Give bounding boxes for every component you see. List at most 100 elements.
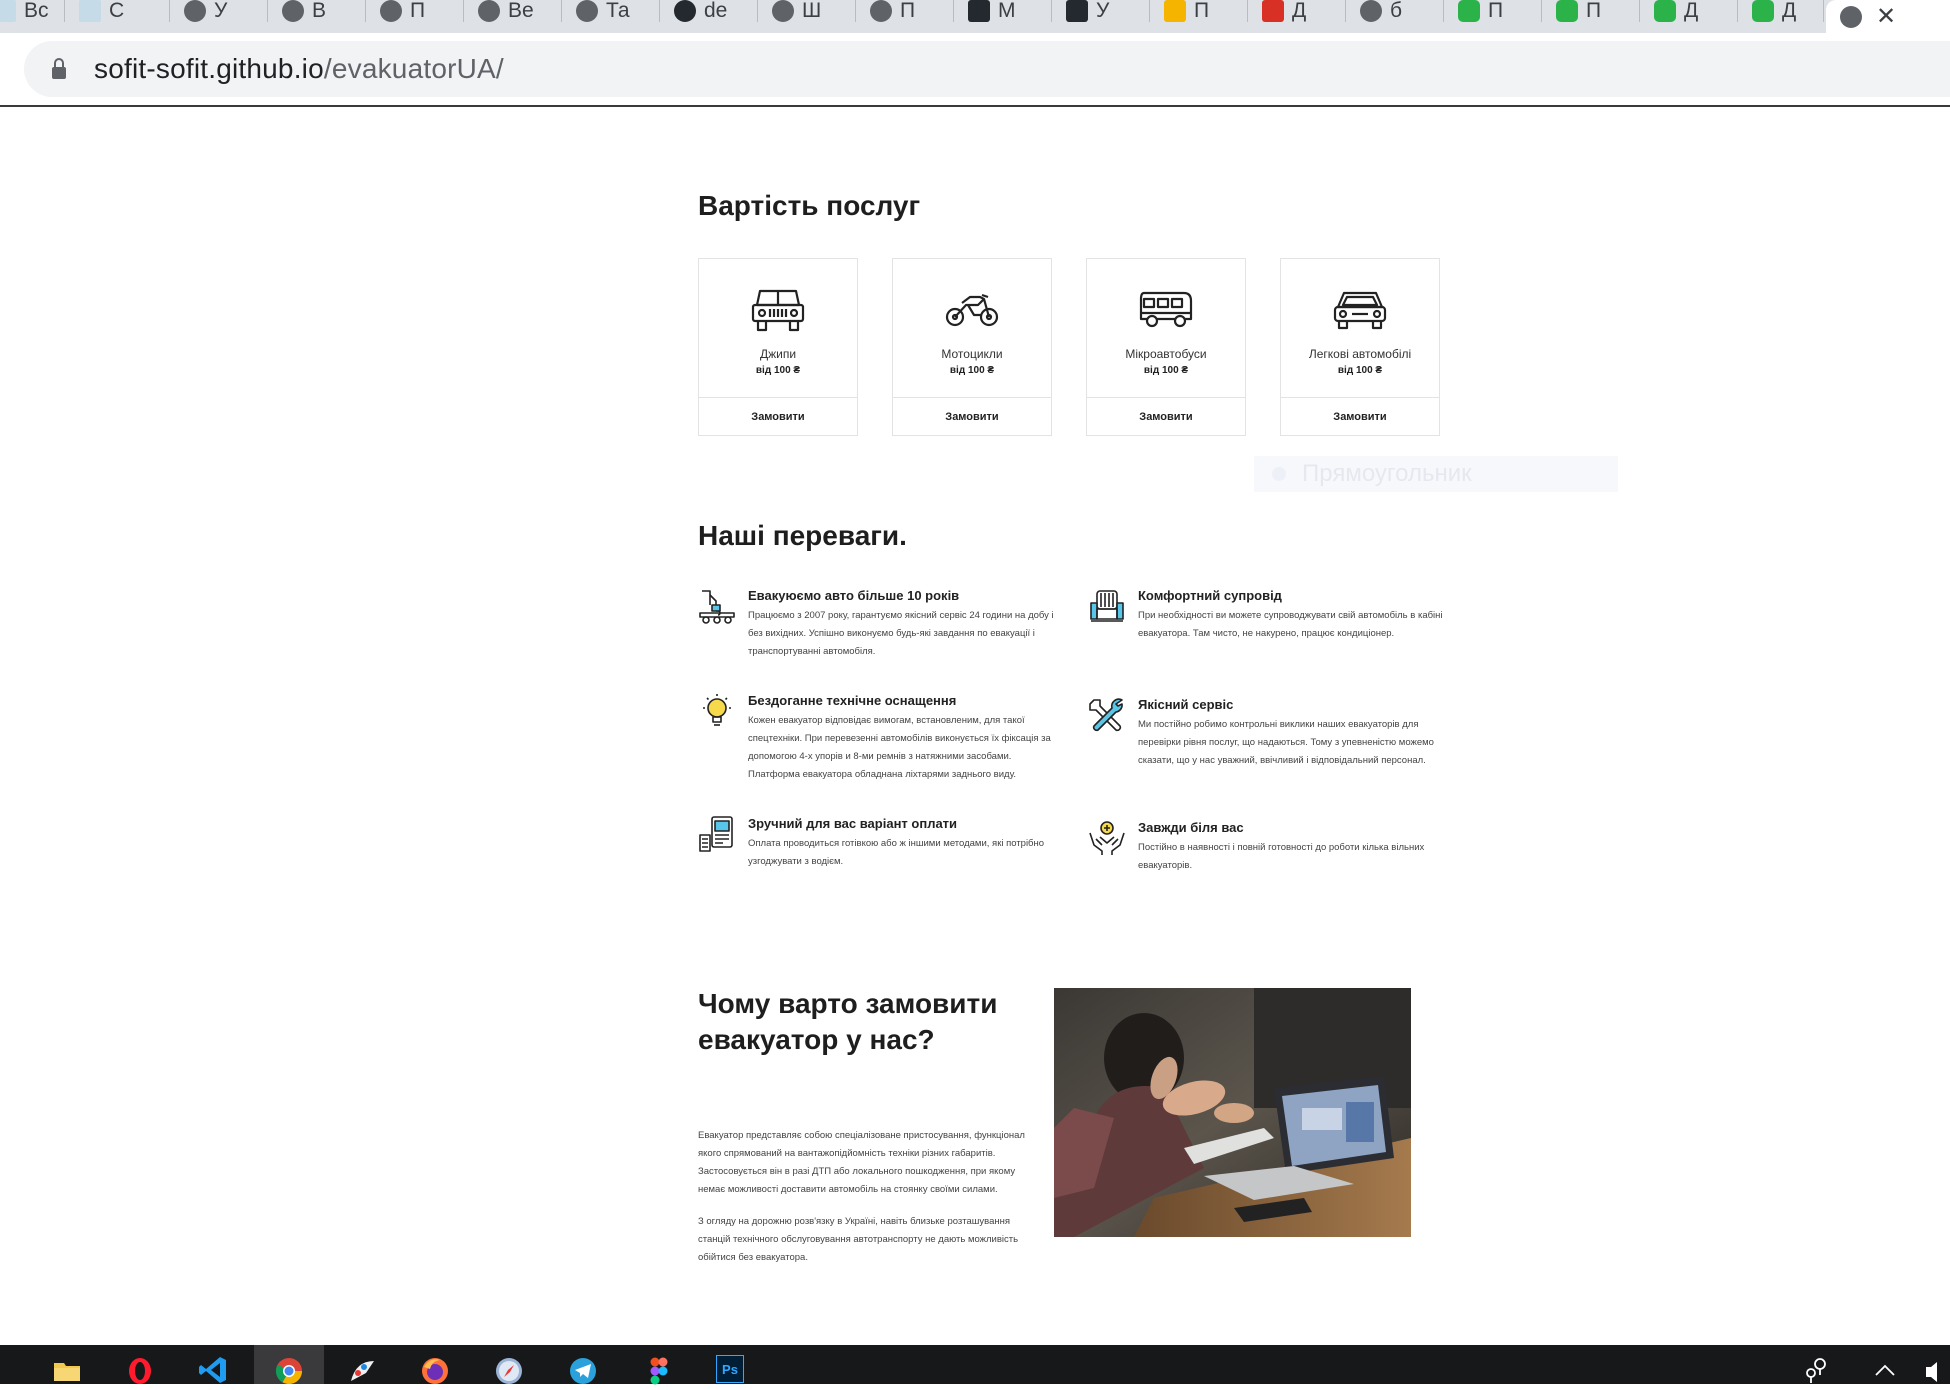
hands-icon <box>1089 821 1125 855</box>
advantage-text: Ми постійно робимо контрольні виклики на… <box>1138 719 1434 766</box>
advantages-title: Наші переваги. <box>698 520 907 551</box>
order-button[interactable]: Замовити <box>893 397 1051 435</box>
photoshop-icon[interactable]: Ps <box>716 1355 746 1385</box>
paint-icon[interactable] <box>348 1355 378 1385</box>
os-taskbar: Ps <box>0 1345 1950 1385</box>
advantage-item: Якісний сервіс Ми постійно робимо контро… <box>1088 696 1448 770</box>
motorcycle-icon <box>945 293 999 327</box>
browser-tab[interactable]: Ш <box>758 0 856 22</box>
car-icon <box>1333 291 1387 330</box>
globe-icon <box>478 0 500 22</box>
advantage-item: Бездоганне технічне оснащення Кожен евак… <box>698 692 1058 784</box>
browser-tab[interactable]: Д <box>1640 0 1738 22</box>
browser-tab[interactable]: В <box>268 0 366 22</box>
chrome-icon[interactable] <box>274 1355 304 1385</box>
globe-icon <box>282 0 304 22</box>
browser-toolbar: sofit-sofit.github.io/evakuatorUA/ <box>0 33 1950 107</box>
pricing-cards: Джипи від 100 ₴ Замовити Мотоцикли від 1… <box>698 258 1440 436</box>
browser-tab[interactable]: П <box>1444 0 1542 22</box>
app-icon <box>1654 0 1676 22</box>
opera-icon[interactable] <box>125 1355 155 1385</box>
pricing-title: Вартість послуг <box>698 190 921 221</box>
browser-tab[interactable]: Ве <box>464 0 562 22</box>
browser-tab-active[interactable]: ✕ <box>1826 0 1950 33</box>
advantage-title: Бездоганне технічне оснащення <box>748 693 957 708</box>
advantage-text: Кожен евакуатор відповідає вимогам, вста… <box>748 715 1051 780</box>
globe-icon <box>1360 0 1382 22</box>
browser-tab[interactable]: С <box>65 0 170 22</box>
lock-icon <box>52 58 66 79</box>
card-name: Мікроавтобуси <box>1125 347 1207 361</box>
order-button[interactable]: Замовити <box>1281 397 1439 435</box>
app-icon <box>1556 0 1578 22</box>
figma-icon[interactable] <box>644 1355 674 1385</box>
advantage-title: Евакуюємо авто більше 10 років <box>748 588 960 603</box>
app-icon <box>1752 0 1774 22</box>
gmail-icon <box>1262 0 1284 22</box>
browser-tab[interactable]: П <box>366 0 464 22</box>
chevron-up-icon[interactable] <box>1870 1355 1900 1385</box>
vscode-icon[interactable] <box>198 1355 228 1385</box>
browser-tab[interactable]: Вс <box>0 0 65 22</box>
browser-tab[interactable]: Та <box>562 0 660 22</box>
globe-icon <box>870 0 892 22</box>
why-paragraph: Евакуатор представляє собою спеціалізова… <box>698 1130 1025 1195</box>
why-paragraph: З огляду на дорожню розв'язку в Україні,… <box>698 1216 1019 1263</box>
tab-strip: Вс С У В П Ве Та de Ш П М У П Д б П П Д … <box>0 0 1950 33</box>
advantage-text: При необхідності ви можете супроводжуват… <box>1138 610 1443 639</box>
globe-icon <box>772 0 794 22</box>
doc-icon <box>79 0 101 22</box>
price-card: Мотоцикли від 100 ₴ Замовити <box>892 258 1052 436</box>
order-button[interactable]: Замовити <box>1087 397 1245 435</box>
card-name: Мотоцикли <box>941 347 1003 361</box>
price-card: Мікроавтобуси від 100 ₴ Замовити <box>1086 258 1246 436</box>
card-price: від 100 ₴ <box>755 365 801 376</box>
app-icon <box>968 0 990 22</box>
browser-tab[interactable]: У <box>170 0 268 22</box>
card-name: Джипи <box>759 347 797 361</box>
advantage-title: Якісний сервіс <box>1138 697 1234 712</box>
address-bar[interactable]: sofit-sofit.github.io/evakuatorUA/ <box>24 41 1950 97</box>
price-card: Легкові автомобілі від 100 ₴ Замовити <box>1280 258 1440 436</box>
app-icon <box>1458 0 1480 22</box>
browser-tab[interactable]: П <box>856 0 954 22</box>
advantage-title: Зручний для вас варіант оплати <box>748 816 958 831</box>
firefox-icon[interactable] <box>420 1355 450 1385</box>
browser-tab[interactable]: de <box>660 0 758 22</box>
card-name: Легкові автомобілі <box>1308 347 1412 361</box>
photo-illustration <box>1054 988 1411 1237</box>
card-price: від 100 ₴ <box>1337 365 1383 376</box>
jeep-icon <box>751 289 805 332</box>
telegram-icon[interactable] <box>568 1355 598 1385</box>
browser-tab[interactable]: П <box>1150 0 1248 22</box>
app-icon <box>1066 0 1088 22</box>
order-button[interactable]: Замовити <box>699 397 857 435</box>
payment-icon <box>699 816 733 852</box>
safari-icon[interactable] <box>494 1355 524 1385</box>
browser-tab[interactable]: Д <box>1738 0 1824 22</box>
seat-icon <box>1090 590 1124 622</box>
lightbulb-icon <box>703 694 731 726</box>
advantage-title: Завжди біля вас <box>1138 820 1244 835</box>
volume-icon[interactable] <box>1922 1355 1950 1385</box>
advantage-item: Зручний для вас варіант оплати Оплата пр… <box>698 815 1058 871</box>
github-icon <box>674 0 696 22</box>
globe-icon <box>380 0 402 22</box>
browser-tab[interactable]: М <box>954 0 1052 22</box>
advantage-item: Евакуюємо авто більше 10 років Працюємо … <box>698 587 1058 661</box>
people-icon[interactable] <box>1802 1355 1832 1385</box>
url-text[interactable]: sofit-sofit.github.io/evakuatorUA/ <box>94 53 504 85</box>
app-icon <box>1164 0 1186 22</box>
browser-tab[interactable]: П <box>1542 0 1640 22</box>
browser-tab[interactable]: Д <box>1248 0 1346 22</box>
tow-truck-icon <box>699 590 735 624</box>
advantage-title: Комфортний супровід <box>1138 588 1282 603</box>
close-tab-icon[interactable]: ✕ <box>1876 2 1896 31</box>
ghost-layer-label: Прямоугольник <box>1254 456 1618 492</box>
browser-tab[interactable]: У <box>1052 0 1150 22</box>
browser-tab[interactable]: б <box>1346 0 1444 22</box>
folder-icon[interactable] <box>52 1355 82 1385</box>
advantage-text: Постійно в наявності і повній готовності… <box>1138 842 1425 871</box>
advantage-item: Завжди біля вас Постійно в наявності і п… <box>1088 819 1448 875</box>
advantage-item: Комфортний супровід При необхідності ви … <box>1088 587 1448 643</box>
